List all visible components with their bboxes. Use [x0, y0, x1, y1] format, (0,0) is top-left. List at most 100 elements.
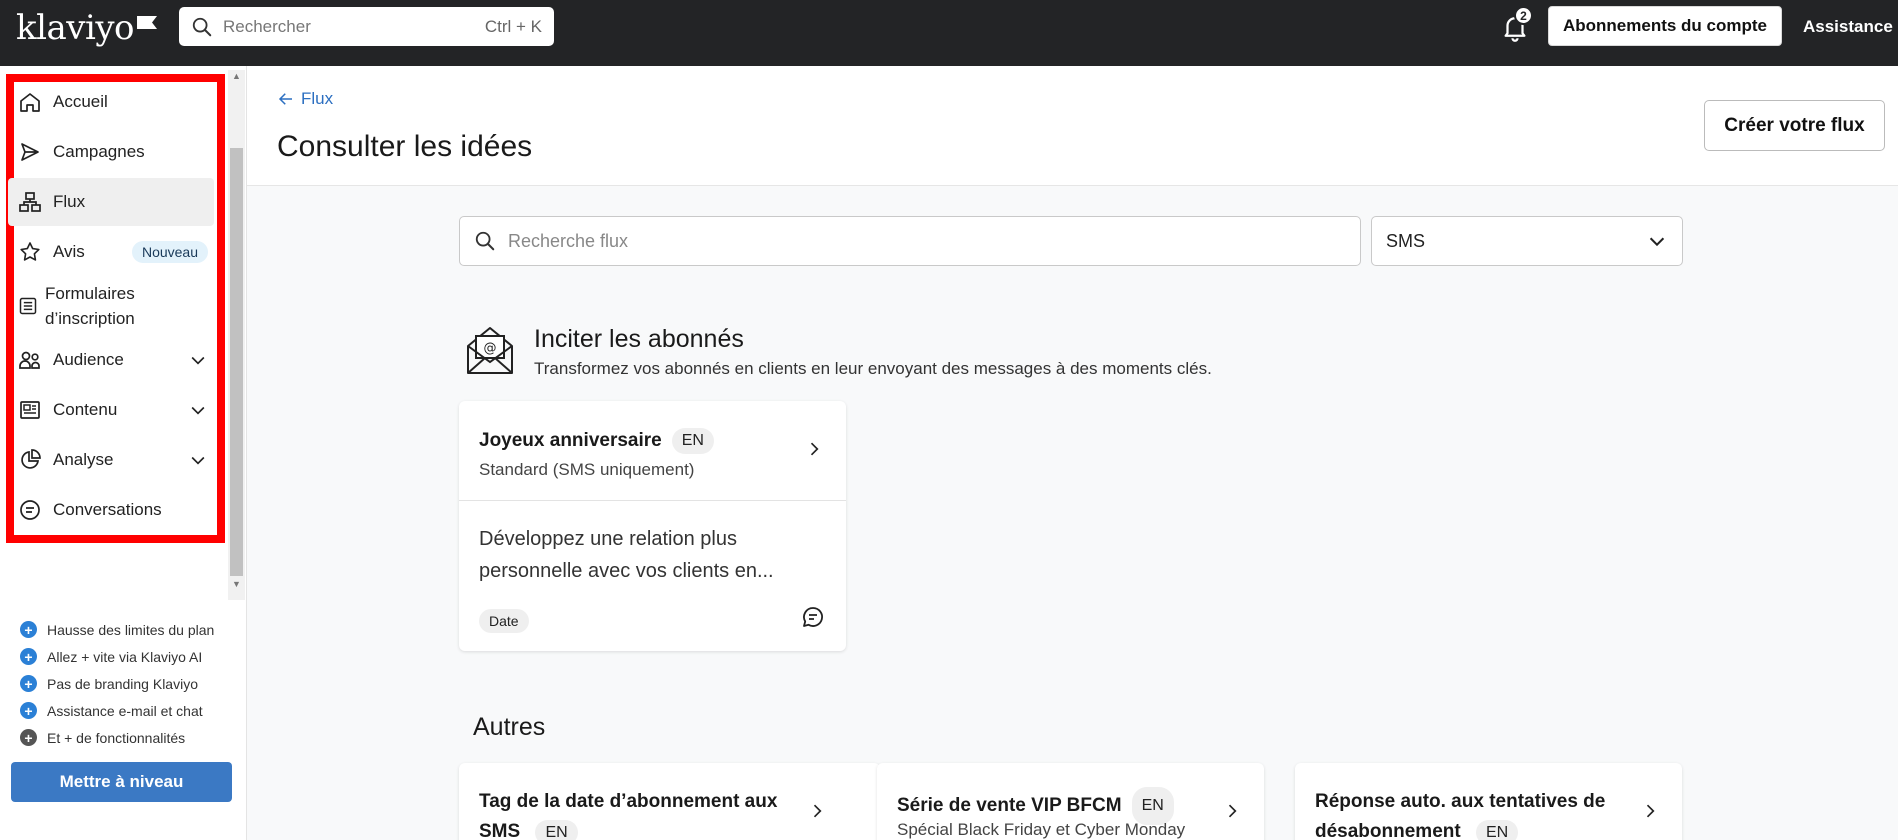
label-line-1: Formulaires	[45, 284, 135, 303]
svg-text:@: @	[484, 341, 497, 356]
sidebar-item-label: Accueil	[53, 92, 108, 111]
sidebar-item-avis[interactable]: Avis Nouveau	[8, 228, 214, 276]
channel-select[interactable]: SMS	[1371, 216, 1683, 266]
sidebar-item-audience[interactable]: Audience	[8, 336, 214, 384]
assistance-link[interactable]: Assistance	[1803, 17, 1893, 37]
global-search-input[interactable]: Rechercher Ctrl + K	[179, 7, 554, 46]
card-title-line: SMS	[479, 821, 521, 840]
sidebar-item-analyse[interactable]: Analyse	[8, 436, 214, 484]
plus-icon: +	[20, 621, 37, 638]
chevron-right-icon[interactable]	[804, 439, 824, 459]
sidebar-item-label: Avis	[53, 242, 85, 261]
channel-selected-value: SMS	[1386, 230, 1426, 251]
star-icon	[20, 242, 40, 261]
card-title-line: Réponse auto. aux tentatives de	[1315, 791, 1606, 812]
language-badge: EN	[671, 428, 714, 454]
upsell-label: Hausse des limites du plan	[47, 621, 215, 638]
sms-channel-icon	[803, 607, 823, 627]
plus-icon: +	[20, 648, 37, 665]
upsell-item: + Et + de fonctionnalités	[20, 724, 214, 751]
chevron-down-icon[interactable]	[188, 350, 208, 370]
trigger-tag: Date	[479, 609, 529, 633]
search-icon	[192, 17, 212, 36]
search-shortcut: Ctrl + K	[484, 16, 542, 36]
language-badge: EN	[535, 820, 578, 840]
plus-icon: +	[20, 675, 37, 692]
home-icon	[20, 93, 40, 112]
sidebar-item-label: Formulaires d’inscription	[45, 281, 214, 331]
sidebar-item-label: Campagnes	[53, 142, 145, 161]
card-subtitle: Spécial Black Friday et Cyber Monday	[897, 820, 1186, 839]
new-badge: Nouveau	[131, 241, 208, 263]
chevron-right-icon[interactable]	[1640, 801, 1660, 821]
upsell-item: + Pas de branding Klaviyo	[20, 670, 214, 697]
sidebar-item-label: Analyse	[53, 450, 114, 469]
card-title-text: Série de vente VIP BFCM	[897, 795, 1122, 816]
sidebar-item-accueil[interactable]: Accueil	[8, 78, 214, 126]
arrow-left-icon	[278, 93, 292, 105]
card-title: Réponse auto. aux tentatives de désabonn…	[1315, 787, 1605, 840]
chevron-down-icon[interactable]	[188, 450, 208, 470]
chat-icon	[20, 500, 40, 520]
flow-card-unsubscribe-reply[interactable]: Réponse auto. aux tentatives de désabonn…	[1295, 763, 1682, 840]
card-subtitle: Standard (SMS uniquement)	[479, 460, 695, 479]
logo-text: klaviyo	[16, 8, 135, 48]
sidebar-item-label: Conversations	[53, 500, 162, 519]
page-title: Consulter les idées	[277, 130, 533, 163]
sidebar-item-conversations[interactable]: Conversations	[8, 486, 214, 534]
others-section-title: Autres	[473, 713, 546, 741]
logo-flag-icon	[137, 16, 158, 29]
scroll-down-arrow-icon[interactable]: ▼	[230, 578, 243, 590]
klaviyo-logo[interactable]: klaviyo	[16, 8, 158, 48]
card-title: Joyeux anniversaire EN	[479, 428, 714, 454]
flow-card-sms-subscription-date[interactable]: Tag de la date d’abonnement aux SMS EN	[459, 763, 880, 840]
flow-card-birthday[interactable]: Joyeux anniversaire EN Standard (SMS uni…	[459, 401, 846, 651]
back-label: Flux	[301, 89, 334, 108]
account-subscriptions-button[interactable]: Abonnements du compte	[1548, 6, 1782, 46]
upsell-label: Pas de branding Klaviyo	[47, 675, 198, 692]
notification-count-badge: 2	[1514, 6, 1533, 25]
content-icon	[20, 401, 40, 419]
chevron-right-icon[interactable]	[807, 801, 827, 821]
create-flow-button[interactable]: Créer votre flux	[1704, 100, 1885, 151]
sidebar-scrollbar-thumb[interactable]	[230, 148, 243, 576]
upsell-label: Et + de fonctionnalités	[47, 729, 186, 746]
upsell-item: + Hausse des limites du plan	[20, 616, 214, 643]
sidebar-item-label: Flux	[53, 192, 86, 211]
upgrade-button[interactable]: Mettre à niveau	[11, 762, 232, 802]
upsell-item: + Assistance e-mail et chat	[20, 697, 214, 724]
upsell-label: Allez + vite via Klaviyo AI	[47, 648, 203, 665]
sidebar-item-campagnes[interactable]: Campagnes	[8, 128, 214, 176]
search-icon	[475, 231, 495, 251]
page-header: Flux Consulter les idées Créer votre flu…	[247, 66, 1898, 186]
scroll-up-arrow-icon[interactable]: ▲	[230, 70, 243, 82]
flow-search-input[interactable]: Recherche flux	[459, 216, 1361, 266]
plus-icon: +	[20, 702, 37, 719]
search-placeholder: Recherche flux	[508, 230, 629, 251]
card-header: Joyeux anniversaire EN Standard (SMS uni…	[459, 401, 846, 501]
send-icon	[21, 143, 39, 161]
section-subtitle: Transformez vos abonnés en clients en le…	[534, 359, 1212, 378]
chevron-right-icon[interactable]	[1222, 801, 1242, 821]
card-title-line: désabonnement	[1315, 821, 1461, 840]
language-badge: EN	[1475, 820, 1519, 840]
back-link[interactable]: Flux	[277, 89, 333, 109]
card-desc-line: personnelle avec vos clients en...	[479, 560, 774, 582]
flow-card-vip-bfcm[interactable]: Série de vente VIP BFCM EN Spécial Black…	[877, 763, 1264, 840]
card-title: Tag de la date d’abonnement aux SMS EN	[479, 787, 777, 840]
upsell-list: + Hausse des limites du plan + Allez + vit…	[20, 616, 214, 751]
email-envelope-icon: @	[467, 327, 513, 374]
pie-chart-icon	[21, 449, 41, 469]
section-title: Inciter les abonnés	[534, 325, 744, 353]
chevron-down-icon[interactable]	[188, 400, 208, 420]
sidebar-item-contenu[interactable]: Contenu	[8, 386, 214, 434]
sidebar-item-label: Audience	[53, 350, 124, 369]
sidebar-item-formulaires[interactable]: Formulaires d’inscription	[8, 278, 214, 334]
top-bar: klaviyo Rechercher Ctrl + K 2 Abonnement…	[0, 0, 1898, 66]
card-title-text: Joyeux anniversaire	[479, 430, 662, 451]
form-icon	[19, 297, 37, 315]
upsell-label: Assistance e-mail et chat	[47, 702, 203, 719]
sidebar-item-label: Contenu	[53, 400, 118, 419]
sidebar-item-flux[interactable]: Flux	[8, 178, 214, 226]
chevron-down-icon	[1649, 237, 1665, 247]
